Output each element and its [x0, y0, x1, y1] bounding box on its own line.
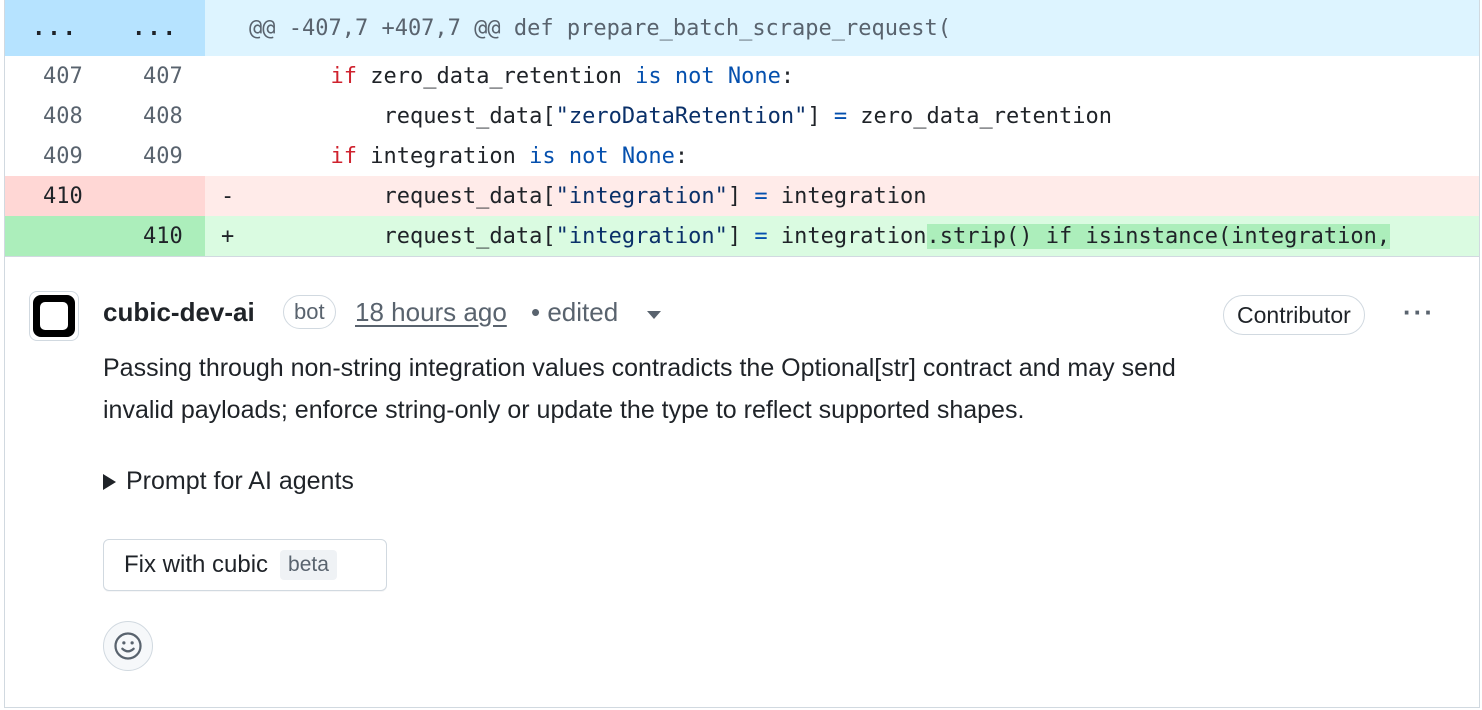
code-line: request_data[" zeroDataRetention "] = zero…: [383, 103, 1112, 129]
hunk-header-row: ... ... @@ -407,7 +407,7 @@ def prepare_…: [5, 0, 1479, 56]
diff-line-added: 410 + request_data[" integration "] = inte…: [5, 216, 1479, 256]
code-line: - request_data[" integration "] = integrat…: [205, 176, 1479, 216]
contributor-badge: Contributor: [1223, 295, 1365, 335]
inline-change-highlight: .strip() if isinstance(integration,: [926, 223, 1391, 249]
edited-label[interactable]: • edited: [531, 297, 618, 328]
addition-marker: +: [221, 223, 235, 249]
code-line: + request_data[" integration "] = integrat…: [205, 216, 1479, 256]
new-line-number[interactable]: 407: [105, 56, 205, 96]
keyword: is: [529, 143, 556, 169]
bot-badge: bot: [283, 295, 336, 329]
expand-up-button[interactable]: ...: [5, 0, 105, 56]
cubic-logo-icon[interactable]: [29, 291, 79, 341]
new-line-number[interactable]: 408: [105, 96, 205, 136]
diff-line: 408 408 request_data[" zeroDataRetention "…: [5, 96, 1479, 136]
old-line-number[interactable]: 409: [5, 136, 105, 176]
new-line-number[interactable]: [105, 176, 205, 216]
keyword: None: [621, 143, 675, 169]
old-line-number[interactable]: 408: [5, 96, 105, 136]
diff-line: 409 409 if integration is not None:: [5, 136, 1479, 176]
expand-dots: ...: [132, 15, 178, 41]
add-reaction-button[interactable]: [103, 621, 153, 671]
old-line-number[interactable]: 407: [5, 56, 105, 96]
kebab-menu-icon[interactable]: ···: [1403, 297, 1435, 328]
code-text: zero_data_retention: [356, 63, 636, 89]
old-line-number[interactable]: 410: [5, 176, 105, 216]
avatar: [33, 295, 75, 337]
string-literal: integration: [568, 223, 715, 249]
diff-line: 407 407 if zero_data_retention is not No…: [5, 56, 1479, 96]
string-literal: zeroDataRetention: [568, 103, 795, 129]
expand-dots: ...: [32, 15, 78, 41]
review-comment: cubic-dev-ai bot 18 hours ago • edited C…: [5, 256, 1479, 707]
keyword: is: [635, 63, 662, 89]
prompt-details-toggle[interactable]: Prompt for AI agents: [103, 467, 354, 496]
comment-body-line: Passing through non-string integration v…: [103, 354, 1176, 382]
keyword: not: [674, 63, 715, 89]
fix-with-cubic-button[interactable]: Fix with cubic beta: [103, 539, 387, 591]
caret-down-icon[interactable]: [647, 311, 661, 319]
beta-badge: beta: [280, 550, 337, 580]
string-literal: integration: [568, 183, 715, 209]
details-summary: Prompt for AI agents: [126, 467, 354, 495]
fix-button-label: Fix with cubic: [124, 551, 269, 578]
smiley-icon: [114, 632, 142, 660]
code-line: if integration is not None:: [330, 143, 689, 169]
keyword: if: [330, 143, 357, 169]
triangle-right-icon: [103, 473, 116, 490]
comment-timestamp[interactable]: 18 hours ago: [355, 297, 507, 328]
diff-comment-panel: ... ... @@ -407,7 +407,7 @@ def prepare_…: [4, 0, 1480, 708]
keyword: not: [568, 143, 609, 169]
code-line: if zero_data_retention is not None:: [330, 63, 795, 89]
comment-author[interactable]: cubic-dev-ai: [103, 297, 255, 328]
keyword: None: [727, 63, 781, 89]
expand-down-button[interactable]: ...: [105, 0, 205, 56]
old-line-number[interactable]: [5, 216, 105, 256]
new-line-number[interactable]: 409: [105, 136, 205, 176]
comment-body: Passing through non-string integration v…: [103, 347, 1403, 431]
hunk-header-text: @@ -407,7 +407,7 @@ def prepare_batch_sc…: [249, 15, 951, 41]
new-line-number[interactable]: 410: [105, 216, 205, 256]
diff-line-deleted: 410 - request_data[" integration "] = inte…: [5, 176, 1479, 216]
deletion-marker: -: [221, 183, 235, 209]
comment-body-line: invalid payloads; enforce string-only or…: [103, 396, 1025, 424]
keyword: if: [330, 63, 357, 89]
